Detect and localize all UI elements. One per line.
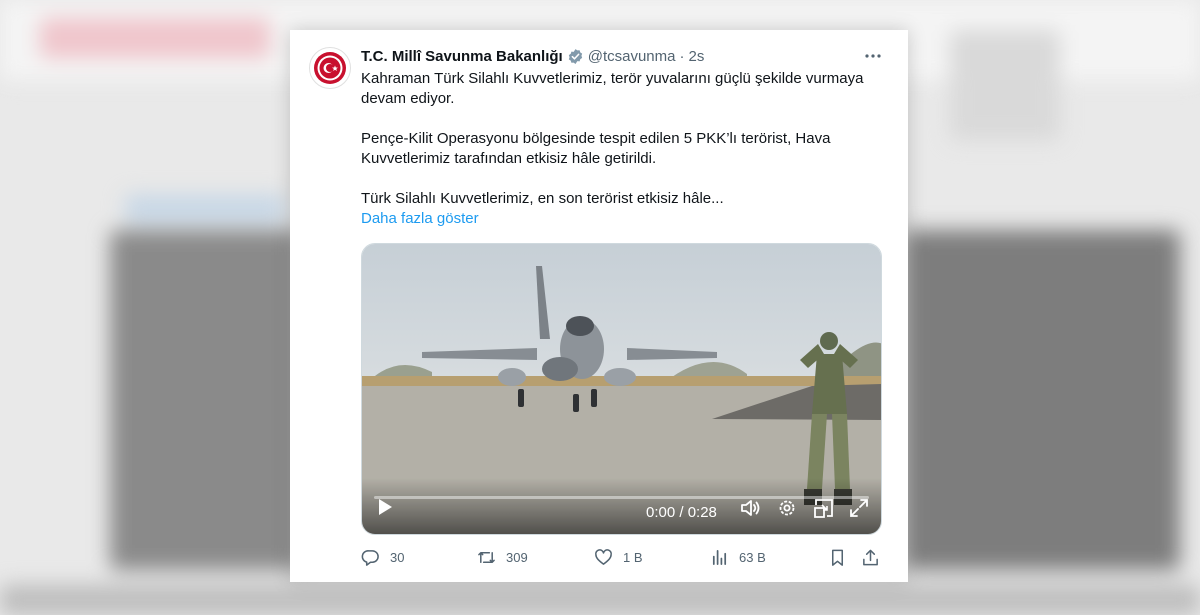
ministry-logo-icon [314, 52, 346, 84]
views-count: 63 B [739, 550, 766, 565]
author-name[interactable]: T.C. Millî Savunma Bakanlığı [361, 48, 563, 65]
tweet-card: T.C. Millî Savunma Bakanlığı @tcsavunma … [290, 30, 908, 582]
tweet-text: Kahraman Türk Silahlı Kuvvetlerimiz, ter… [361, 69, 891, 229]
tweet-paragraph: Türk Silahlı Kuvvetlerimiz, en son terör… [361, 190, 724, 207]
volume-icon[interactable] [739, 497, 761, 524]
video-controls: 0:00 / 0:28 [362, 478, 881, 534]
tweet-paragraph: Pençe-Kilit Operasyonu bölgesinde tespit… [361, 130, 831, 167]
show-more-link[interactable]: Daha fazla göster [361, 209, 891, 229]
more-icon[interactable] [864, 47, 882, 70]
tweet-paragraph: Kahraman Türk Silahlı Kuvvetlerimiz, ter… [361, 70, 864, 107]
reply-button[interactable]: 30 [361, 548, 404, 567]
reply-icon [361, 550, 379, 566]
video-timecode: 0:00 / 0:28 [646, 504, 717, 521]
repost-count: 309 [506, 550, 528, 565]
author-handle[interactable]: @tcsavunma [588, 48, 676, 65]
views-icon [712, 549, 727, 566]
tweet-header: T.C. Millî Savunma Bakanlığı @tcsavunma … [361, 48, 704, 65]
repost-button[interactable]: 309 [477, 548, 528, 567]
separator-dot: · [679, 48, 685, 65]
fullscreen-icon[interactable] [848, 497, 870, 524]
settings-icon[interactable] [776, 497, 798, 524]
reply-count: 30 [390, 550, 405, 565]
tweet-actions: 30 309 1 B 63 B [361, 548, 885, 570]
video-player[interactable]: 0:00 / 0:28 [361, 243, 882, 535]
tweet-time[interactable]: 2s [688, 48, 704, 65]
avatar[interactable] [309, 47, 351, 89]
like-button[interactable]: 1 B [594, 548, 643, 567]
like-count: 1 B [623, 550, 643, 565]
views-button[interactable]: 63 B [710, 548, 766, 567]
bookmark-button[interactable] [828, 548, 847, 567]
verified-badge-icon[interactable] [567, 48, 584, 65]
share-icon [863, 549, 878, 566]
bookmark-icon [831, 549, 844, 566]
pip-icon[interactable] [813, 497, 835, 524]
like-icon [595, 549, 612, 565]
play-icon[interactable] [376, 497, 394, 522]
share-button[interactable] [861, 548, 880, 567]
repost-icon [478, 551, 495, 564]
